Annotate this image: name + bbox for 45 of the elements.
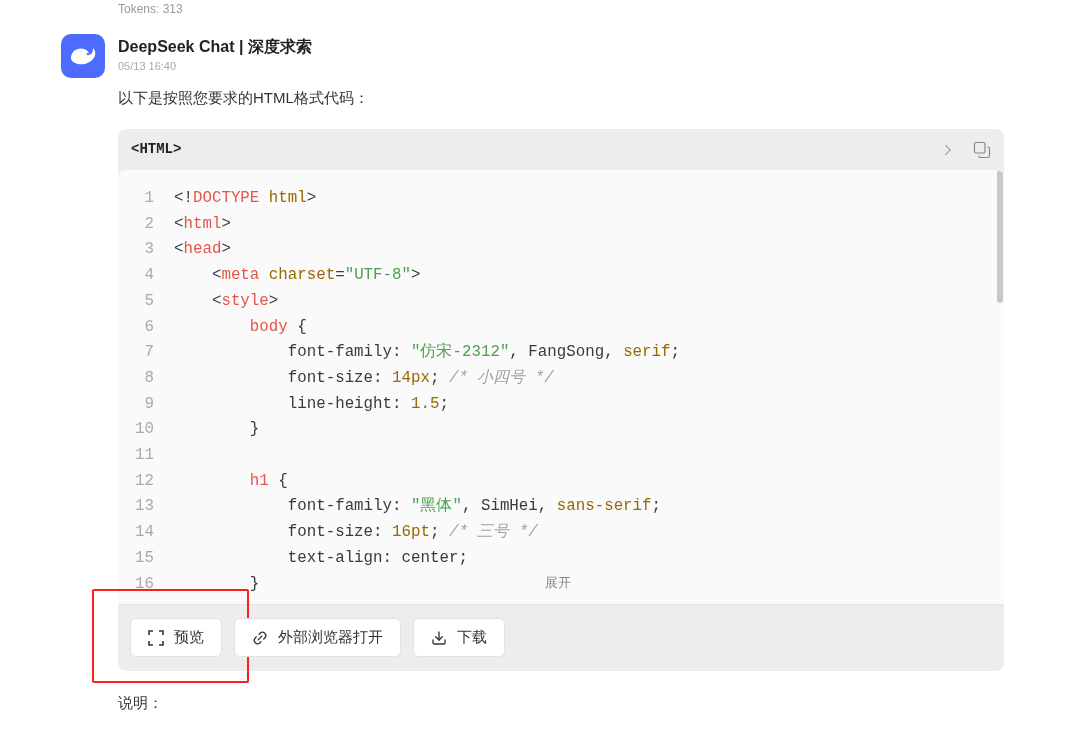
line-number: 16 bbox=[134, 573, 154, 595]
line-number: 15 bbox=[134, 547, 154, 569]
code-line: font-size: 16pt; /* 三号 */ bbox=[286, 522, 538, 544]
code-line: } bbox=[248, 573, 260, 595]
intro-text: 以下是按照您要求的HTML格式代码： bbox=[118, 88, 370, 108]
message-time: 05/13 16:40 bbox=[118, 59, 178, 73]
action-button[interactable]: 预览 bbox=[130, 618, 222, 657]
avatar-icon bbox=[61, 34, 105, 78]
line-number: 8 bbox=[143, 367, 154, 389]
line-number: 6 bbox=[143, 316, 154, 338]
line-number: 12 bbox=[134, 470, 154, 492]
code-line: font-family: "仿宋-2312", FangSong, serif; bbox=[286, 341, 680, 364]
expand-link[interactable]: 展开 bbox=[545, 573, 571, 593]
line-number: 5 bbox=[143, 290, 154, 312]
code-language: <HTML> bbox=[131, 140, 182, 159]
code-line: font-family: "黑体", SimHei, sans-serif; bbox=[286, 496, 662, 518]
code-line: } bbox=[248, 419, 260, 441]
line-number: 3 bbox=[143, 239, 154, 261]
line-number: 2 bbox=[143, 213, 154, 235]
download-icon bbox=[431, 629, 447, 646]
line-number: 9 bbox=[143, 393, 154, 415]
code-line: <!DOCTYPE html> bbox=[174, 188, 317, 209]
code-line: h1 { bbox=[248, 470, 288, 492]
line-number: 10 bbox=[134, 419, 154, 441]
expand-icon bbox=[148, 629, 164, 646]
code-line: font-size: 14px; /* 小四号 */ bbox=[286, 367, 554, 389]
code-line: body { bbox=[248, 316, 307, 338]
code-line: text-align: center; bbox=[286, 547, 468, 569]
copy-icon[interactable] bbox=[973, 140, 991, 159]
code-line: <html> bbox=[174, 213, 231, 235]
code-line: <meta charset="UTF-8"> bbox=[210, 265, 421, 287]
line-number: 13 bbox=[134, 496, 154, 518]
line-number: 4 bbox=[143, 265, 154, 287]
line-number: 7 bbox=[143, 342, 154, 364]
line-number: 14 bbox=[134, 522, 154, 544]
code-line: <style> bbox=[210, 290, 279, 312]
line-number: 11 bbox=[134, 445, 154, 467]
action-button[interactable]: 外部浏览器打开 bbox=[234, 618, 401, 657]
token-count: Tokens: 313 bbox=[118, 2, 183, 16]
code-line: line-height: 1.5; bbox=[286, 393, 449, 415]
code-line: <head> bbox=[174, 239, 231, 261]
outro-text: 说明： bbox=[118, 693, 164, 713]
line-number: 1 bbox=[143, 188, 154, 209]
sender-name: DeepSeek Chat | 深度求索 bbox=[118, 37, 313, 57]
action-button[interactable]: 下载 bbox=[413, 618, 505, 657]
